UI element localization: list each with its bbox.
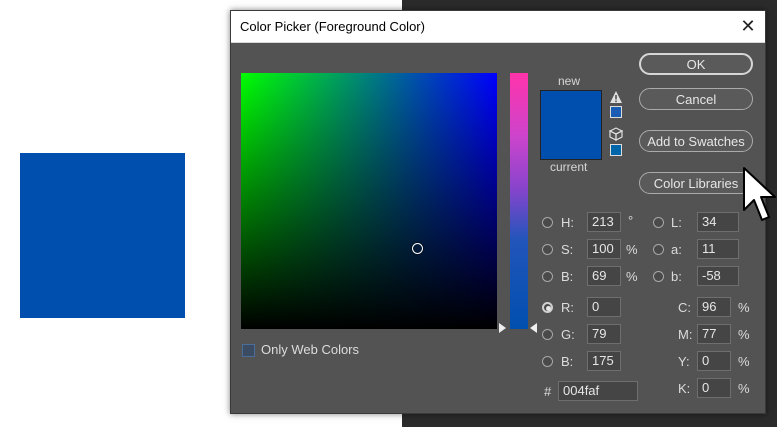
yellow-label: Y: bbox=[678, 354, 690, 369]
blue-label: B: bbox=[561, 354, 574, 369]
black-input[interactable]: 0 bbox=[697, 378, 731, 398]
mouse-pointer-icon bbox=[743, 167, 776, 221]
lab-b-input[interactable]: -58 bbox=[697, 266, 739, 286]
cyan-unit: % bbox=[738, 300, 750, 315]
web-safe-color-swatch[interactable] bbox=[610, 144, 622, 156]
brightness-input[interactable]: 69 bbox=[587, 266, 621, 286]
preview-new-color bbox=[541, 91, 601, 125]
hue-slider-handle[interactable] bbox=[530, 323, 537, 333]
hex-input[interactable]: 004faf bbox=[558, 381, 638, 401]
blue-input[interactable]: 175 bbox=[587, 351, 621, 371]
lab-a-input[interactable]: 11 bbox=[697, 239, 739, 259]
gamut-color-swatch[interactable] bbox=[610, 106, 622, 118]
radio-brightness[interactable] bbox=[542, 271, 553, 282]
red-label: R: bbox=[561, 300, 574, 315]
magenta-unit: % bbox=[738, 327, 750, 342]
hex-label: # bbox=[544, 384, 552, 399]
title-bar: Color Picker (Foreground Color) ✕ bbox=[231, 11, 765, 43]
saturation-input[interactable]: 100 bbox=[587, 239, 621, 259]
preview-new-label: new bbox=[558, 74, 581, 88]
radio-hue[interactable] bbox=[542, 217, 553, 228]
cancel-button[interactable]: Cancel bbox=[639, 88, 753, 110]
lab-a-label: a: bbox=[671, 242, 682, 257]
only-web-colors-label: Only Web Colors bbox=[261, 342, 360, 357]
preview-current-label: current bbox=[550, 160, 588, 174]
ok-button[interactable]: OK bbox=[639, 53, 753, 75]
lab-l-label: L: bbox=[671, 215, 682, 230]
color-preview bbox=[540, 90, 602, 160]
black-unit: % bbox=[738, 381, 750, 396]
radio-red[interactable] bbox=[542, 302, 553, 313]
saturation-label: S: bbox=[561, 242, 574, 257]
preview-current-color[interactable] bbox=[541, 125, 601, 159]
radio-blue[interactable] bbox=[542, 356, 553, 367]
dialog-title: Color Picker (Foreground Color) bbox=[240, 19, 425, 34]
hue-slider[interactable] bbox=[510, 73, 528, 329]
radio-lab-b[interactable] bbox=[653, 271, 664, 282]
color-field[interactable] bbox=[241, 73, 497, 329]
color-field-cursor[interactable] bbox=[412, 243, 423, 254]
add-to-swatches-button[interactable]: Add to Swatches bbox=[639, 130, 753, 152]
cyan-label: C: bbox=[678, 300, 691, 315]
radio-lab-l[interactable] bbox=[653, 217, 664, 228]
green-label: G: bbox=[561, 327, 575, 342]
green-input[interactable]: 79 bbox=[587, 324, 621, 344]
magenta-label: M: bbox=[678, 327, 693, 342]
radio-saturation[interactable] bbox=[542, 244, 553, 255]
brightness-unit: % bbox=[626, 269, 638, 284]
saturation-unit: % bbox=[626, 242, 638, 257]
magenta-input[interactable]: 77 bbox=[697, 324, 731, 344]
yellow-input[interactable]: 0 bbox=[697, 351, 731, 371]
warning-triangle-icon[interactable] bbox=[609, 90, 623, 104]
black-label: K: bbox=[678, 381, 691, 396]
foreground-color-swatch bbox=[20, 153, 185, 318]
field-marker-arrow bbox=[499, 323, 506, 333]
brightness-label: B: bbox=[561, 269, 574, 284]
yellow-unit: % bbox=[738, 354, 750, 369]
color-libraries-button[interactable]: Color Libraries bbox=[639, 172, 753, 194]
red-input[interactable]: 0 bbox=[587, 297, 621, 317]
only-web-colors-checkbox[interactable] bbox=[242, 344, 255, 357]
radio-green[interactable] bbox=[542, 329, 553, 340]
color-picker-dialog: Color Picker (Foreground Color) ✕ new cu… bbox=[230, 10, 766, 414]
lab-l-input[interactable]: 34 bbox=[697, 212, 739, 232]
radio-lab-a[interactable] bbox=[653, 244, 664, 255]
cube-icon[interactable] bbox=[609, 127, 623, 141]
lab-b-label: b: bbox=[671, 269, 682, 284]
hue-unit: ° bbox=[628, 213, 634, 228]
hue-label: H: bbox=[561, 215, 574, 230]
close-icon[interactable]: ✕ bbox=[731, 11, 765, 42]
cyan-input[interactable]: 96 bbox=[697, 297, 731, 317]
hue-input[interactable]: 213 bbox=[587, 212, 621, 232]
